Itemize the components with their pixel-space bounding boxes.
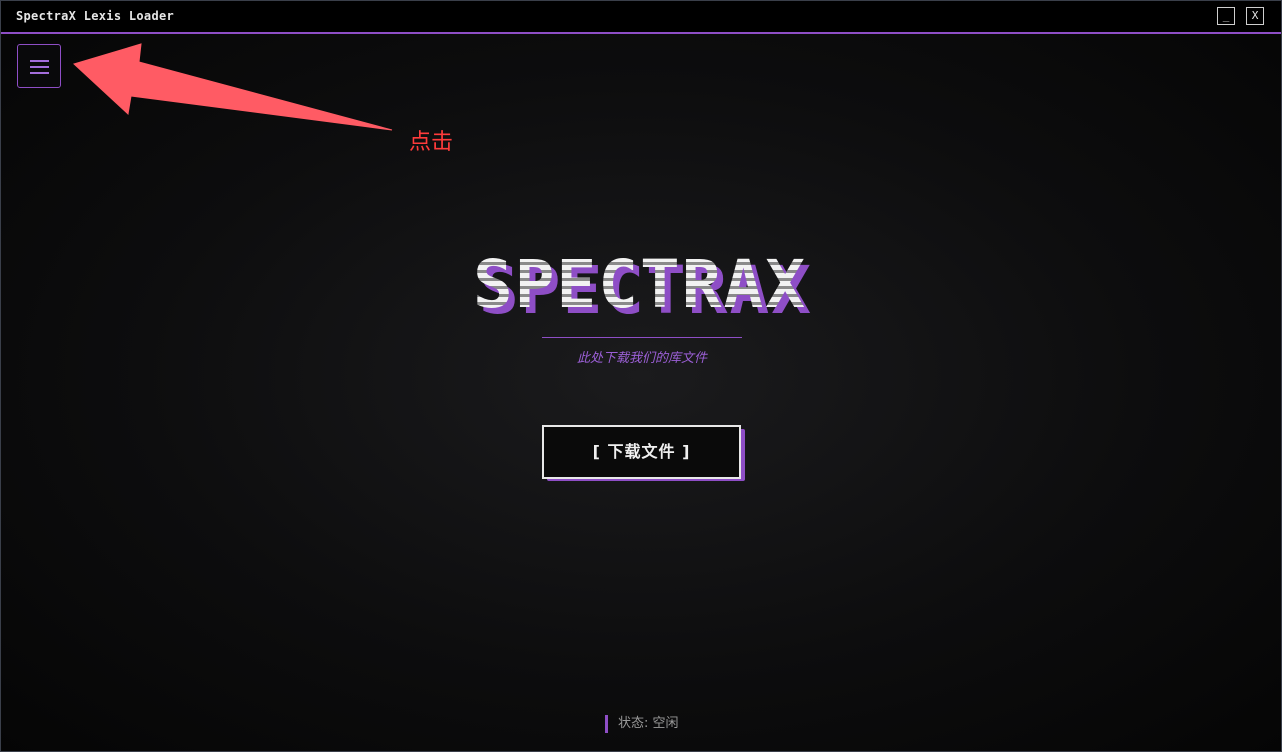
annotation-label: 点击 bbox=[409, 130, 454, 155]
hamburger-menu-button[interactable] bbox=[17, 44, 61, 88]
close-button[interactable]: X bbox=[1246, 7, 1264, 25]
title-bar[interactable]: SpectraX Lexis Loader _ X bbox=[1, 1, 1281, 34]
window-title: SpectraX Lexis Loader bbox=[16, 9, 175, 23]
logo-text: SPECTRAX bbox=[473, 249, 807, 323]
hamburger-menu-icon-bar bbox=[30, 66, 49, 68]
download-button-wrapper: [ 下载文件 ] bbox=[542, 425, 745, 481]
hamburger-menu-icon-bar bbox=[30, 72, 49, 74]
title-divider bbox=[542, 337, 742, 338]
hamburger-menu-icon bbox=[30, 60, 49, 62]
status-text: 状态: 空闲 bbox=[605, 715, 679, 733]
download-file-button[interactable]: [ 下载文件 ] bbox=[542, 425, 741, 479]
spectrax-logo: SPECTRAX SPECTRAX bbox=[1, 249, 1281, 329]
app-window: SpectraX Lexis Loader _ X SPECTRAX SPECT… bbox=[0, 0, 1282, 752]
minimize-button[interactable]: _ bbox=[1217, 7, 1235, 25]
subtitle: 此处下载我们的库文件 bbox=[576, 351, 707, 366]
